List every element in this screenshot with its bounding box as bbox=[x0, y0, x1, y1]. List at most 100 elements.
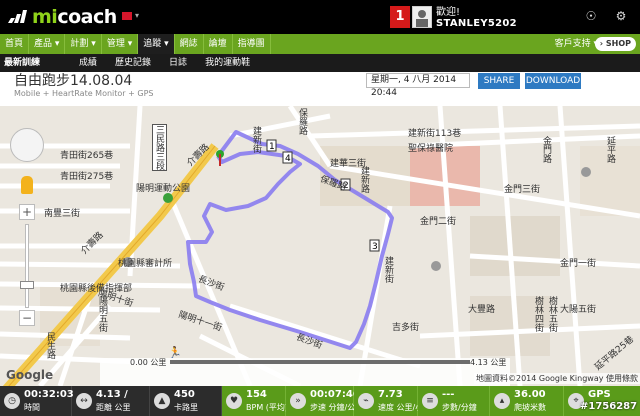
download-button[interactable]: DOWNLOAD bbox=[525, 73, 581, 89]
slider-end-label: 4.13 公里 bbox=[470, 358, 507, 367]
stat-elevation-label: 爬坡米數 bbox=[514, 403, 546, 412]
stat-elevation: ▴ 36.00 爬坡米數 bbox=[490, 386, 564, 416]
avatar[interactable] bbox=[412, 6, 432, 28]
subnav-log[interactable]: 日誌 bbox=[160, 54, 196, 72]
zoom-slider[interactable] bbox=[25, 224, 29, 308]
nav-item-plans-label: 計劃 bbox=[70, 39, 89, 49]
svg-text:3: 3 bbox=[372, 242, 378, 252]
heart-icon: ♥ bbox=[226, 393, 242, 409]
adidas-icon bbox=[8, 10, 27, 23]
map-label-1: 青田街265巷 bbox=[60, 151, 114, 161]
stat-gps-value: GPS bbox=[588, 389, 611, 400]
watermark: #1756287 bbox=[580, 401, 638, 412]
stats-bar: ◷ 00:32:03 時間 ↔ 4.13 / 距離 公里 ▲ 450 卡路里 ♥… bbox=[0, 386, 640, 416]
google-logo: Google bbox=[6, 368, 54, 382]
stat-calories: ▲ 450 卡路里 bbox=[150, 386, 222, 416]
pan-control[interactable] bbox=[10, 128, 44, 162]
subnav-shoes[interactable]: 我的運動鞋 bbox=[196, 54, 259, 72]
nav-item-forum[interactable]: 論壇 bbox=[204, 34, 233, 54]
map-label-16: 建新街 bbox=[251, 126, 261, 153]
map-label-23: 金門二街 bbox=[420, 217, 457, 227]
map-label-11: 陽明五街 bbox=[97, 296, 107, 332]
map-label-7: 陽明運動公園 bbox=[136, 184, 191, 194]
shop-label: SHOP bbox=[605, 39, 631, 48]
micoach-logo[interactable]: micoach bbox=[6, 6, 117, 28]
map-copyright[interactable]: 地圖資料©2014 Google Kingway 使用條款 bbox=[474, 373, 640, 384]
pace-icon: » bbox=[290, 393, 306, 409]
activity-date-select[interactable]: 星期一, 4 八月 2014 20:44 bbox=[366, 73, 470, 98]
activity-title: 自由跑步14.08.04 bbox=[14, 73, 133, 89]
stat-calories-label: 卡路里 bbox=[174, 403, 198, 412]
nav-item-home[interactable]: 首頁 bbox=[0, 34, 30, 54]
chevron-down-icon[interactable]: ▾ bbox=[135, 11, 139, 20]
stat-distance-label: 距離 公里 bbox=[96, 403, 131, 412]
username[interactable]: STANLEY5202 bbox=[436, 18, 517, 29]
street-view-icon[interactable] bbox=[21, 176, 33, 194]
user-menu-icon[interactable]: ☉ bbox=[584, 8, 598, 24]
stat-speed-value: 7.73 bbox=[378, 389, 403, 400]
stat-calories-value: 450 bbox=[174, 389, 195, 400]
stat-steps-value: --- bbox=[442, 389, 455, 400]
stat-distance-number: 4.13 bbox=[96, 389, 121, 400]
stat-heartrate-value: 154 bbox=[246, 389, 267, 400]
map-label-34: 民生路 bbox=[45, 332, 55, 359]
stat-heartrate-label: BPM (平均) bbox=[246, 403, 288, 412]
clock-icon: ◷ bbox=[4, 393, 20, 409]
nav-item-products-label: 產品 bbox=[34, 39, 53, 49]
map-label-3: 南豐三街 bbox=[44, 209, 81, 219]
distance-icon: ↔ bbox=[76, 393, 92, 409]
stat-steps: ≡ --- 步數/分鐘 bbox=[418, 386, 490, 416]
map-label-30: 樹林五街 bbox=[547, 296, 557, 332]
stat-pace: » 00:07:46 步速 分鐘/公里 bbox=[286, 386, 363, 416]
share-button[interactable]: SHARE bbox=[478, 73, 520, 89]
nav-item-coaches[interactable]: 指導團 bbox=[233, 34, 271, 54]
gear-icon[interactable]: ⚙ bbox=[614, 8, 628, 24]
nav-item-manage-label: 管理 bbox=[106, 39, 125, 49]
main-nav: 首頁 產品 ▾ 計劃 ▾ 管理 ▾ 追蹤 ▾ 網誌 論壇 指導團 客戶支持 ▾ … bbox=[0, 34, 640, 54]
stat-elevation-value: 36.00 bbox=[514, 389, 546, 400]
map-label-17: 保羅路 bbox=[297, 108, 307, 135]
brand-coach: coach bbox=[57, 6, 117, 28]
support-link[interactable]: 客戶支持 ▾ bbox=[555, 34, 598, 54]
map-label-15: 建新街 bbox=[383, 256, 393, 283]
stat-time-label: 時間 bbox=[24, 403, 40, 412]
top-bar: micoach ▾ 1 歡迎! STANLEY5202 ☉ ⚙ bbox=[0, 0, 640, 34]
nav-item-blog[interactable]: 網誌 bbox=[175, 34, 204, 54]
support-label: 客戶支持 bbox=[554, 39, 591, 49]
zoom-in-button[interactable]: + bbox=[19, 204, 35, 220]
map-label-26: 金門路 bbox=[541, 136, 551, 163]
svg-text:4: 4 bbox=[285, 154, 291, 164]
flag-icon[interactable] bbox=[122, 12, 132, 20]
zoom-slider-handle[interactable] bbox=[20, 281, 34, 289]
route-slider[interactable] bbox=[170, 360, 470, 364]
notification-badge[interactable]: 1 bbox=[390, 6, 410, 28]
map-label-5: 三民路三段 bbox=[152, 124, 167, 171]
map-label-24: 金門三街 bbox=[504, 185, 541, 195]
elevation-icon: ▴ bbox=[494, 393, 510, 409]
map-label-33: 大陽五街 bbox=[560, 305, 597, 315]
shop-button[interactable]: › SHOP bbox=[594, 37, 636, 51]
activity-subtitle: Mobile + HeartRate Monitor + GPS bbox=[14, 89, 154, 98]
map-label-28: 大豐路 bbox=[468, 305, 496, 315]
nav-item-track[interactable]: 追蹤 ▾ bbox=[138, 34, 175, 54]
stat-distance-unit: / bbox=[124, 389, 128, 400]
slider-start-label: 0.00 公里 bbox=[130, 358, 167, 367]
zoom-out-button[interactable]: − bbox=[19, 310, 35, 326]
stat-heartrate: ♥ 154 BPM (平均) bbox=[222, 386, 288, 416]
map-label-2: 青田街275巷 bbox=[60, 172, 114, 182]
nav-item-manage[interactable]: 管理 ▾ bbox=[102, 34, 139, 54]
nav-item-products[interactable]: 產品 ▾ bbox=[29, 34, 66, 54]
welcome-text: 歡迎! bbox=[436, 7, 461, 18]
nav-item-plans[interactable]: 計劃 ▾ bbox=[65, 34, 102, 54]
stat-distance: ↔ 4.13 / 距離 公里 bbox=[72, 386, 150, 416]
map-label-21: 聖保祿醫院 bbox=[408, 144, 454, 154]
route-map[interactable]: 1 2 3 4 青田街265巷 青田街275巷 南豐三街 介壽路 三民路三段 介… bbox=[0, 106, 640, 386]
map-label-25: 金門一街 bbox=[560, 259, 597, 269]
nav-item-track-label: 追蹤 bbox=[143, 39, 162, 49]
stat-time-value: 00:32:03 bbox=[24, 389, 74, 400]
stat-speed: ⌁ 7.73 速度 公里/小時 bbox=[354, 386, 431, 416]
runner-icon[interactable]: 🏃 bbox=[168, 346, 182, 359]
stat-time: ◷ 00:32:03 時間 bbox=[0, 386, 74, 416]
map-label-27: 吉多街 bbox=[392, 323, 420, 333]
brand-mi: mi bbox=[32, 6, 58, 28]
